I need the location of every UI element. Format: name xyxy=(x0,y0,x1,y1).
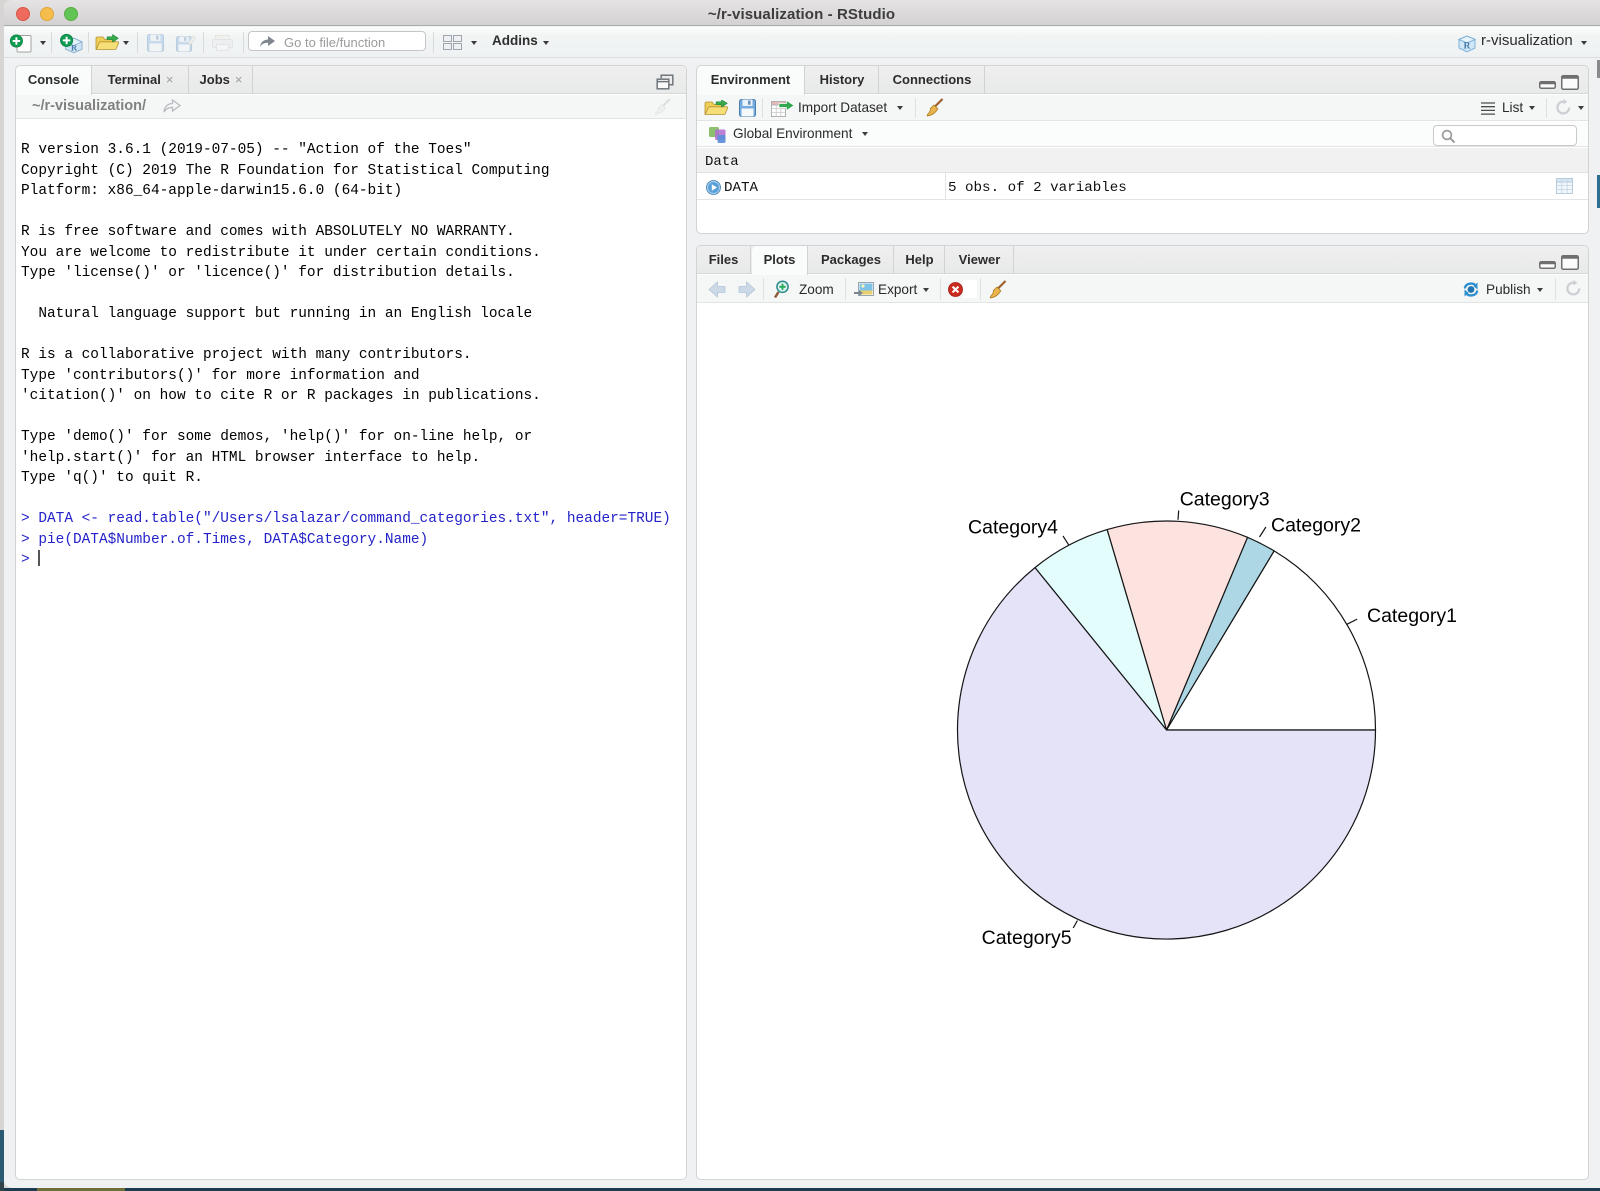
svg-text:Category4: Category4 xyxy=(968,517,1058,539)
svg-text:Category5: Category5 xyxy=(982,927,1072,949)
svg-text:R: R xyxy=(71,43,78,53)
svg-text:R: R xyxy=(1464,42,1471,52)
svg-text:Category1: Category1 xyxy=(1367,605,1457,627)
svg-text:Category3: Category3 xyxy=(1180,488,1270,510)
svg-text:Category2: Category2 xyxy=(1271,514,1361,536)
